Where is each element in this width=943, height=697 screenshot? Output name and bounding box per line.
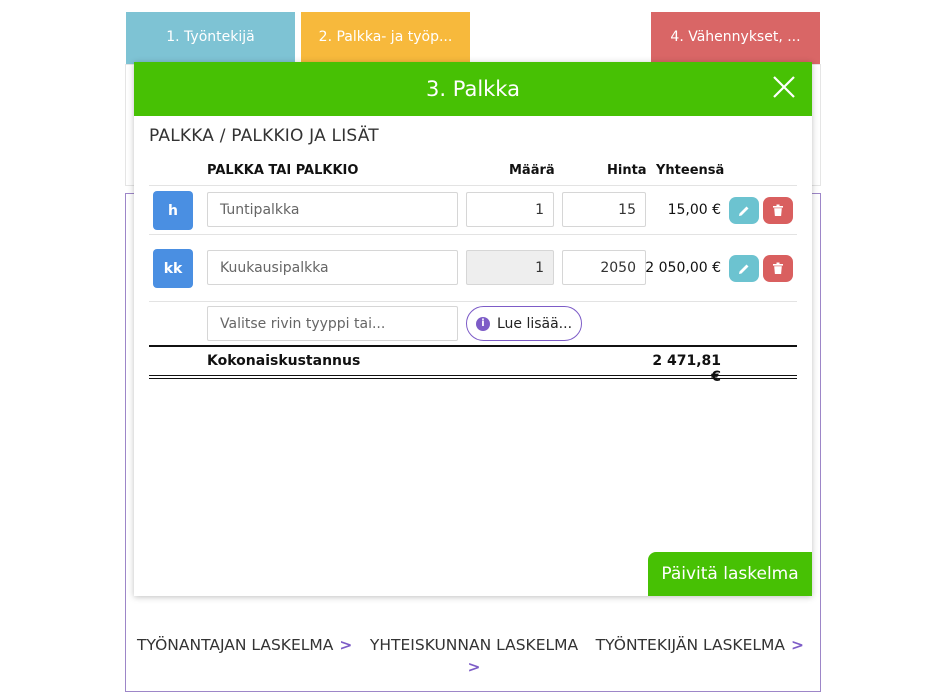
society-calculation-link[interactable]: YHTEISKUNNAN LASKELMA >: [367, 634, 582, 678]
chevron-right-icon: >: [339, 636, 353, 654]
tab-employee-label: 1. Työntekijä: [166, 28, 255, 45]
tab-salary-label: 2. Palkka- ja työp...: [318, 28, 453, 45]
read-more-label: Lue lisää...: [496, 315, 573, 332]
row-quantity-input: 1: [466, 250, 554, 285]
total-cost-label: Kokonaiskustannus: [207, 353, 361, 369]
trash-icon[interactable]: [763, 255, 793, 282]
chevron-right-icon: >: [790, 636, 804, 654]
employee-link-label: TYÖNTEKIJÄN LASKELMA: [595, 636, 785, 654]
tab-deductions[interactable]: 4. Vähennykset, ...: [651, 12, 820, 65]
total-divider-bottom: [149, 375, 797, 376]
employee-calculation-link[interactable]: TYÖNTEKIJÄN LASKELMA >: [596, 634, 820, 678]
row-price-input[interactable]: 2050: [562, 250, 646, 285]
divider: [149, 301, 797, 302]
chevron-right-icon: >: [467, 658, 481, 676]
column-header-name: PALKKA TAI PALKKIO: [207, 163, 359, 178]
update-calculation-button[interactable]: Päivitä laskelma: [648, 552, 812, 596]
employer-calculation-link[interactable]: TYÖNANTAJAN LASKELMA >: [126, 634, 352, 678]
total-divider-bottom: [149, 378, 797, 379]
total-divider-top: [149, 345, 797, 347]
row-price-input[interactable]: 15: [562, 192, 646, 227]
divider: [149, 234, 797, 235]
modal-header: 3. Palkka: [134, 62, 812, 116]
trash-icon[interactable]: [763, 197, 793, 224]
column-header-total: Yhteensä: [656, 163, 725, 178]
pencil-icon[interactable]: [729, 255, 759, 282]
row-type-badge: kk: [153, 249, 193, 288]
read-more-button[interactable]: i Lue lisää...: [466, 306, 582, 341]
row-name-input[interactable]: Tuntipalkka: [207, 192, 458, 227]
pencil-icon[interactable]: [729, 197, 759, 224]
society-link-label: YHTEISKUNNAN LASKELMA: [369, 636, 579, 654]
row-type-badge: h: [153, 191, 193, 230]
row-total: 15,00 €: [667, 202, 721, 218]
row-name-input[interactable]: Kuukausipalkka: [207, 250, 458, 285]
divider: [149, 185, 797, 186]
column-header-price: Hinta: [607, 163, 647, 178]
info-icon: i: [475, 316, 490, 331]
section-title: PALKKA / PALKKIO JA LISÄT: [149, 126, 379, 146]
salary-modal: 3. Palkka PALKKA / PALKKIO JA LISÄT PALK…: [134, 62, 812, 596]
employer-link-label: TYÖNANTAJAN LASKELMA: [137, 636, 334, 654]
total-cost-value: 2 471,81 €: [652, 353, 721, 385]
new-row-type-input[interactable]: Valitse rivin tyyppi tai...: [207, 306, 458, 341]
close-icon[interactable]: [772, 75, 796, 99]
column-header-quantity: Määrä: [509, 163, 555, 178]
tab-deductions-label: 4. Vähennykset, ...: [670, 28, 801, 45]
tab-salary-and-work[interactable]: 2. Palkka- ja työp...: [301, 12, 470, 65]
modal-title: 3. Palkka: [426, 77, 520, 101]
calculation-links: TYÖNANTAJAN LASKELMA > YHTEISKUNNAN LASKE…: [126, 634, 820, 678]
row-quantity-input[interactable]: 1: [466, 192, 554, 227]
tab-employee[interactable]: 1. Työntekijä: [126, 12, 295, 65]
row-total: 2 050,00 €: [645, 260, 721, 276]
